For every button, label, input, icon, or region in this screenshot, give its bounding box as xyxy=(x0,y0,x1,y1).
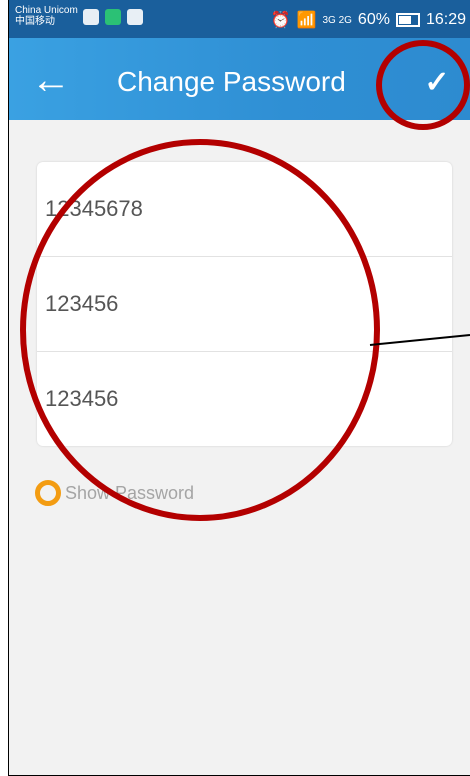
page-title: Change Password xyxy=(117,66,346,97)
notification-icons xyxy=(83,9,143,25)
alarm-icon: ⏰ xyxy=(270,12,291,29)
new-password-field[interactable]: 123456 xyxy=(37,257,452,351)
arrow-left-icon[interactable]: ← xyxy=(31,60,71,100)
old-password-field[interactable]: 12345678 xyxy=(37,162,452,256)
wifi-icon: 📶 xyxy=(296,12,317,29)
network-label: 3G 2G xyxy=(322,14,352,26)
carrier-info: China Unicom 中国移动 xyxy=(15,5,78,27)
check-icon[interactable]: ✓ xyxy=(420,66,454,100)
battery-icon xyxy=(395,13,420,27)
clock: 16:29 xyxy=(425,11,466,28)
wechat-icon xyxy=(127,9,143,25)
status-right: ⏰ 📶 3G 2G 60% 16:29 xyxy=(271,10,466,30)
password-form: 12345678 123456 123456 xyxy=(37,162,452,446)
gallery-icon xyxy=(83,9,99,25)
confirm-password-field[interactable]: 123456 xyxy=(37,352,452,446)
show-password-radio[interactable] xyxy=(35,480,61,506)
carrier-name: China Unicom xyxy=(15,5,78,16)
new-password-value: 123456 xyxy=(45,291,119,316)
app-icon xyxy=(105,9,121,25)
show-password-label: Show Password xyxy=(65,482,195,503)
carrier-name-2: 中国移动 xyxy=(15,16,55,27)
status-bar: China Unicom 中国移动 ⏰ 📶 3G 2G 60% 16:29 xyxy=(9,0,470,38)
app-bar: ← Change Password ✓ xyxy=(9,38,470,120)
battery-percent: 60% xyxy=(357,11,390,28)
phone-screen: China Unicom 中国移动 ⏰ 📶 3G 2G 60% 16:29 ← … xyxy=(8,0,470,776)
confirm-password-value: 123456 xyxy=(45,386,119,411)
old-password-value: 12345678 xyxy=(45,196,143,221)
show-password-toggle[interactable]: Show Password xyxy=(35,480,194,506)
